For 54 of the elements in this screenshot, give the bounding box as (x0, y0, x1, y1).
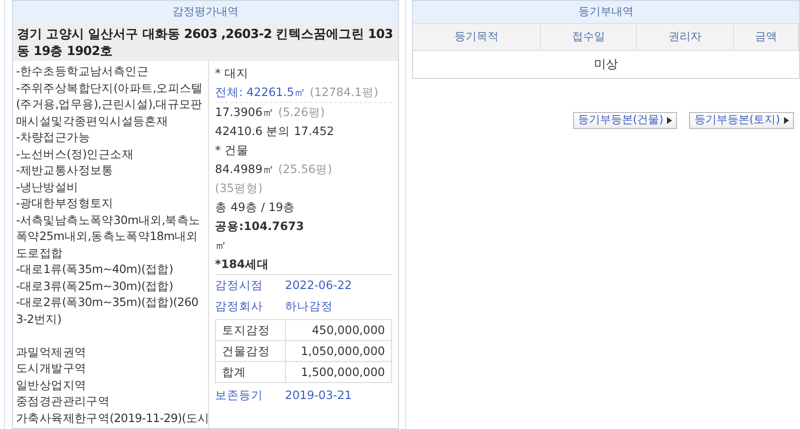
feature-text: -서측및남측노폭약30m내외,북측노폭약25m내외,동측노폭약18m내외도로접합 (16, 212, 202, 261)
land-share: 42410.6 분의 17.452 (215, 123, 336, 140)
info-value: 2019-03-21 (285, 387, 352, 404)
info-label: 감정시점 (215, 277, 264, 294)
info-value: 하나감정 (285, 298, 333, 315)
land-pyeong: (5.26평) (278, 105, 325, 119)
feature-text: -차량접근가능 (16, 129, 92, 146)
column-header: 등기목적 (413, 24, 541, 50)
common-area: 공용:104.7673 (215, 217, 392, 236)
registry-button[interactable]: 등기부등본(건물) (572, 112, 678, 129)
household-count: *184세대 (215, 255, 392, 275)
zoning-text: 과밀억제권역 (16, 344, 88, 360)
feature-text: -광대한부정형토지 (16, 195, 114, 212)
feature-text: -한수초등학교남서측인근 (16, 63, 150, 80)
info-label: 감정회사 (215, 298, 264, 315)
table-cell: 미상 (413, 50, 799, 78)
column-header: 금액 (734, 24, 799, 50)
building-type: (35평형) (215, 180, 264, 197)
info-label: 보존등기 (215, 387, 264, 404)
feature-text: -제반교통사정보통 (16, 162, 114, 178)
feature-text: -대로3류(폭25m~30m)(접합) (16, 278, 174, 294)
column-header: 접수일 (541, 24, 637, 50)
feature-text: -대로2류(폭30m~35m)(접합)(2603-2번지) (16, 294, 200, 327)
land-label: * 대지 (215, 65, 250, 82)
feature-text: -노선버스(정)인근소재 (16, 146, 135, 162)
address: 경기 고양시 일산서구 대화동 2603 ,2603-2 킨텍스꿈에그린 103동 19층 1902호 (13, 23, 398, 61)
feature-text: -냉난방설비 (16, 178, 80, 195)
building-label: * 건물 (215, 142, 250, 159)
zoning-text: 중점경관관리구역 (16, 393, 111, 410)
table-cell: 토지감정 (216, 320, 286, 340)
panel-title: 등기부내역 (413, 1, 799, 23)
building-pyeong: (25.56평) (278, 162, 332, 176)
floors: 총 49층 / 19층 (215, 199, 296, 216)
table-cell: 1,050,000,000 (286, 340, 392, 362)
land-area: 17.3906㎡ (215, 105, 275, 119)
registry-button[interactable]: 등기부등본(토지) (689, 112, 794, 129)
building-area: 84.4989㎡ (215, 162, 275, 176)
info-value: 2022-06-22 (285, 277, 352, 294)
table-cell: 합계 (216, 362, 286, 382)
triangle-icon (667, 117, 672, 124)
total-pyeong: (12784.1평) (310, 85, 378, 99)
feature-text: -주위주상복합단지(아파트,오피스텔(주거용,업무용),근린시설),대규모판매시설및각종편익시설등혼재 (16, 80, 204, 129)
table-cell: 건물감정 (216, 340, 286, 362)
table-cell: 1,500,000,000 (286, 362, 392, 382)
total-area: 전체: 42261.5㎡ (215, 85, 306, 99)
zoning-text: 일반상업지역 (16, 376, 88, 393)
area-unit: ㎡ (215, 237, 228, 254)
panel-title: 감정평가내역 (13, 1, 398, 23)
column-header: 권리자 (637, 24, 734, 50)
feature-text: -대로1류(폭35m~40m)(접합) (16, 261, 174, 278)
zoning-text: 도시개발구역 (16, 360, 88, 376)
table-cell: 450,000,000 (286, 320, 392, 340)
triangle-icon (784, 117, 789, 124)
zoning-text: 가축사육제한구역(2019-11-29)(도시 (16, 410, 205, 426)
